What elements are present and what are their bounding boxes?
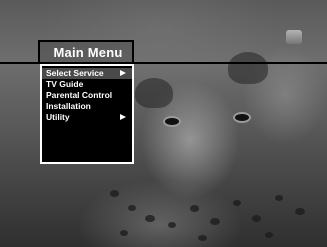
menu-item-label: TV Guide [46, 79, 84, 89]
menu-item-label: Parental Control [46, 90, 113, 100]
arrow-right-icon [120, 114, 126, 120]
menu-item-parental-control[interactable]: Parental Control [42, 90, 132, 101]
main-menu-list: Select Service TV Guide Parental Control… [42, 66, 132, 123]
menu-item-label: Select Service [46, 68, 104, 78]
menu-title: Main Menu [53, 45, 123, 60]
menu-item-label: Utility [46, 112, 70, 122]
menu-item-utility[interactable]: Utility [42, 112, 132, 123]
channel-logo-icon [286, 30, 302, 44]
main-menu-panel: Select Service TV Guide Parental Control… [40, 64, 134, 164]
menu-item-select-service[interactable]: Select Service [42, 68, 132, 79]
menu-item-tv-guide[interactable]: TV Guide [42, 79, 132, 90]
menu-item-installation[interactable]: Installation [42, 101, 132, 112]
arrow-right-icon [120, 70, 126, 76]
tv-screen: Main Menu Select Service TV Guide Parent… [0, 0, 327, 247]
menu-item-label: Installation [46, 101, 91, 111]
menu-title-tab: Main Menu [38, 40, 134, 64]
